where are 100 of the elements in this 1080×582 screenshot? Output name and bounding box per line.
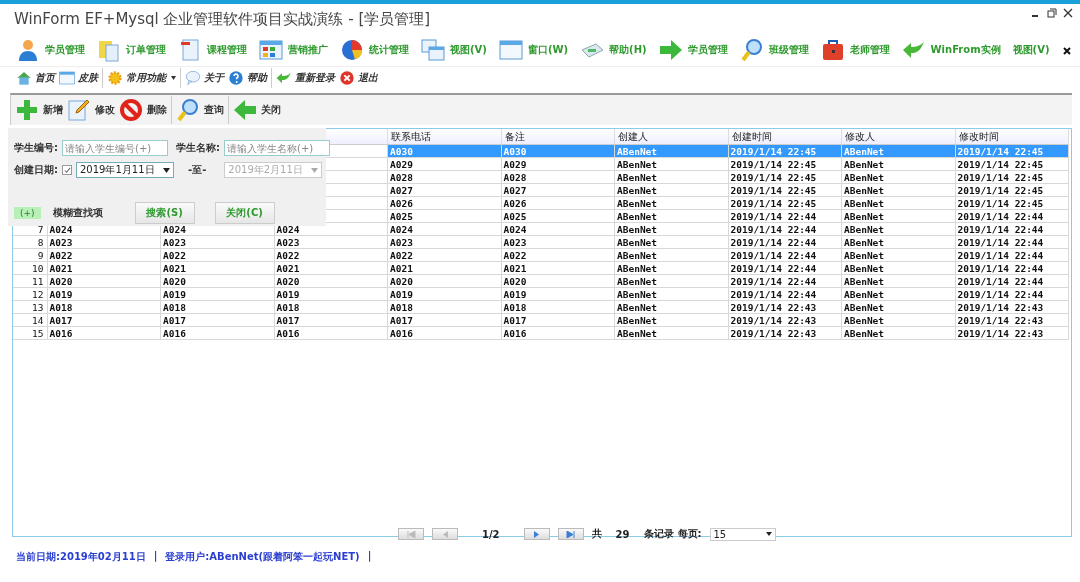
table-cell: A022 [501, 248, 615, 262]
toolbar-button[interactable]: 课程管理 [178, 35, 253, 65]
close-button[interactable] [1062, 6, 1074, 18]
toolbar-button[interactable]: 皮肤 [59, 68, 103, 88]
column-header[interactable]: 修改时间 [955, 129, 1069, 145]
table-cell: 2019/1/14 22:44 [955, 287, 1069, 301]
close-button[interactable] [1061, 44, 1072, 56]
caret-icon [311, 167, 319, 173]
toolbar-button[interactable]: 帮助(H) [580, 35, 653, 65]
row-number: 11 [13, 274, 47, 288]
field-label: 学生编号: [14, 141, 58, 155]
table-cell: ABenNet [614, 157, 728, 171]
grid-tiles-icon [259, 38, 283, 62]
checkbox[interactable] [62, 165, 72, 175]
toolbar-button[interactable]: 班级管理 [739, 35, 815, 65]
toolbar-button[interactable]: 老师管理 [820, 35, 896, 65]
table-cell: A018 [501, 300, 615, 314]
toolbar-button[interactable]: 帮助 [228, 68, 272, 88]
table-cell: A027 [387, 183, 501, 197]
toolbar-button[interactable]: 退出 [339, 68, 382, 88]
table-cell: A018 [47, 300, 161, 314]
table-cell: ABenNet [841, 235, 955, 249]
toolbar-button[interactable]: 查询 [176, 96, 229, 124]
column-header[interactable]: 创建时间 [728, 129, 842, 145]
table-cell: A026 [501, 196, 615, 210]
column-header[interactable]: 备注 [501, 129, 615, 145]
column-header[interactable]: 修改人 [841, 129, 955, 145]
next-page-icon [532, 530, 542, 538]
toolbar-button[interactable]: 统计管理 [340, 35, 415, 65]
toolbar-button[interactable]: 重新登录 [276, 68, 339, 88]
toolbar-button[interactable]: 新增 [15, 96, 67, 124]
table-cell: A017 [160, 313, 274, 327]
table-cell: 2019/1/14 22:44 [728, 287, 842, 301]
toolbar-button[interactable]: 关闭 [233, 96, 285, 124]
toolbar-button[interactable]: 视图(V) [1012, 35, 1056, 65]
toolbar-button[interactable]: 常用功能 [107, 68, 181, 88]
table-cell: 2019/1/14 22:45 [728, 183, 842, 197]
table-cell: ABenNet [614, 222, 728, 236]
toolbar-button[interactable]: 学员管理 [16, 35, 91, 65]
table-cell: A021 [387, 261, 501, 275]
page-size-label: 每页: [677, 527, 702, 541]
column-header[interactable]: 联系电话 [387, 129, 501, 145]
table-cell: ABenNet [614, 326, 728, 340]
table-cell: ABenNet [841, 248, 955, 262]
table-cell: A023 [47, 235, 161, 249]
search-icon [176, 98, 200, 122]
page-size-dropdown[interactable]: 15 [709, 527, 776, 541]
table-cell: ABenNet [841, 274, 955, 288]
caret-icon [171, 76, 176, 80]
range-separator: -至- [188, 163, 207, 177]
table-cell: 2019/1/14 22:43 [955, 326, 1069, 340]
toolbar-button[interactable]: 订单管理 [97, 35, 172, 65]
column-header[interactable]: 创建人 [614, 129, 728, 145]
table-cell: ABenNet [614, 313, 728, 327]
toolbar-button[interactable]: 营销推广 [259, 35, 334, 65]
table-cell: ABenNet [614, 196, 728, 210]
table-cell: 2019/1/14 22:44 [955, 248, 1069, 262]
date-picker[interactable]: 2019年1月11日 [76, 162, 174, 178]
table-cell: A024 [387, 222, 501, 236]
toolbar-button[interactable]: 首页 [16, 68, 59, 88]
table-cell: A020 [160, 274, 274, 288]
toolbar-button[interactable]: 关于 [185, 68, 228, 88]
status-text: 当前日期:2019年02月11日 [16, 550, 146, 564]
toolbar-button[interactable]: 删除 [119, 96, 172, 124]
table-cell: A016 [47, 326, 161, 340]
table-cell: A016 [501, 326, 615, 340]
next-page-button[interactable] [523, 528, 550, 540]
pie-chart-icon [340, 38, 364, 62]
last-page-button[interactable] [557, 528, 584, 540]
page-indicator: 1/2 [482, 528, 500, 540]
toolbar-button[interactable]: 学员管理 [658, 35, 734, 65]
table-cell: A021 [501, 261, 615, 275]
toolbar-button[interactable]: 修改 [67, 96, 119, 124]
table-cell: 2019/1/14 22:44 [955, 222, 1069, 236]
toolbar-button[interactable]: 视图(V) [421, 35, 493, 65]
restore-button[interactable] [1046, 6, 1058, 18]
table-cell: 2019/1/14 22:44 [955, 235, 1069, 249]
table-cell: 2019/1/14 22:45 [955, 157, 1069, 171]
table-cell: A025 [387, 209, 501, 223]
plus-icon [15, 98, 39, 122]
table-cell: 2019/1/14 22:44 [728, 235, 842, 249]
gear-icon [107, 70, 123, 86]
student-id-field[interactable]: 请输入学生编号(+) [62, 140, 168, 156]
close-icon [339, 70, 355, 86]
close-icon [1063, 8, 1073, 18]
table-cell: ABenNet [841, 196, 955, 210]
table-cell: 2019/1/14 22:44 [728, 209, 842, 223]
table-cell: ABenNet [841, 209, 955, 223]
windows-icon [421, 38, 445, 62]
row-number: 14 [13, 313, 47, 327]
table-cell: A021 [47, 261, 161, 275]
status-text: | [367, 550, 372, 564]
previous-page-icon [440, 530, 450, 538]
toolbar-button[interactable]: WinFrom实例 [901, 35, 1007, 65]
table-cell: A017 [47, 313, 161, 327]
student-name-field[interactable]: 请输入学生名称(+) [224, 140, 330, 156]
speech-bubble-icon [185, 70, 201, 86]
toolbar-button[interactable]: 窗口(W) [498, 35, 575, 65]
table-cell: A023 [160, 235, 274, 249]
table-cell: A021 [160, 261, 274, 275]
